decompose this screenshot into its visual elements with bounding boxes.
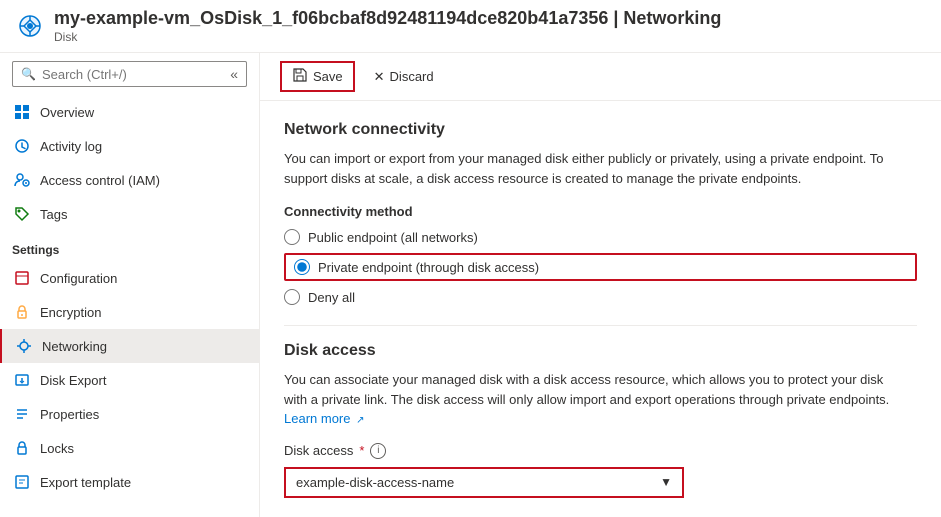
disk-access-field-label: Disk access [284, 443, 353, 458]
radio-deny-label: Deny all [308, 290, 355, 305]
sidebar-item-export-template[interactable]: Export template [0, 465, 259, 499]
disk-access-title: Disk access [284, 342, 917, 360]
disk-export-icon [12, 370, 32, 390]
export-template-icon [12, 472, 32, 492]
chevron-down-icon: ▼ [660, 475, 672, 489]
dropdown-value: example-disk-access-name [296, 475, 454, 490]
overview-icon [12, 102, 32, 122]
sidebar-item-networking[interactable]: Networking [0, 329, 259, 363]
required-indicator: * [359, 443, 364, 458]
sidebar-item-activity-log[interactable]: Activity log [0, 129, 259, 163]
tags-icon [12, 204, 32, 224]
access-control-icon [12, 170, 32, 190]
save-label: Save [313, 69, 343, 84]
configuration-icon [12, 268, 32, 288]
toolbar: Save ✕ Discard [260, 53, 941, 101]
resource-type: Disk [54, 30, 721, 44]
sidebar-item-encryption[interactable]: Encryption [0, 295, 259, 329]
info-icon[interactable]: i [370, 443, 386, 459]
properties-icon [12, 404, 32, 424]
sidebar-item-label-diskexport: Disk Export [40, 373, 106, 388]
sidebar-item-tags[interactable]: Tags [0, 197, 259, 231]
section-divider [284, 325, 917, 326]
search-icon: 🔍 [21, 67, 36, 81]
sidebar-item-label-overview: Overview [40, 105, 94, 120]
disk-access-dropdown[interactable]: example-disk-access-name ▼ [284, 467, 684, 498]
sidebar-item-label-access: Access control (IAM) [40, 173, 160, 188]
sidebar-item-access-control[interactable]: Access control (IAM) [0, 163, 259, 197]
discard-icon: ✕ [374, 69, 385, 85]
connectivity-method-label: Connectivity method [284, 204, 917, 219]
radio-private[interactable] [294, 259, 310, 275]
radio-private-label: Private endpoint (through disk access) [318, 260, 539, 275]
radio-option-deny[interactable]: Deny all [284, 289, 917, 305]
sidebar-item-properties[interactable]: Properties [0, 397, 259, 431]
search-input[interactable] [42, 67, 230, 82]
resource-icon [16, 12, 44, 40]
sidebar-item-configuration[interactable]: Configuration [0, 261, 259, 295]
radio-public[interactable] [284, 229, 300, 245]
sidebar-item-label-export: Export template [40, 475, 131, 490]
disk-access-field-row: Disk access * i [284, 443, 917, 459]
disk-access-section: Disk access You can associate your manag… [284, 342, 917, 498]
sidebar-item-label-properties: Properties [40, 407, 99, 422]
header-text: my-example-vm_OsDisk_1_f06bcbaf8d9248119… [54, 8, 721, 44]
page-header: my-example-vm_OsDisk_1_f06bcbaf8d9248119… [0, 0, 941, 53]
sidebar-item-locks[interactable]: Locks [0, 431, 259, 465]
networking-icon [14, 336, 34, 356]
page-title: my-example-vm_OsDisk_1_f06bcbaf8d9248119… [54, 8, 721, 29]
radio-option-public[interactable]: Public endpoint (all networks) [284, 229, 917, 245]
learn-more-link[interactable]: Learn more ↗ [284, 411, 365, 426]
main-content: Save ✕ Discard Network connectivity You … [260, 53, 941, 517]
sidebar-item-label-encryption: Encryption [40, 305, 101, 320]
sidebar-item-disk-export[interactable]: Disk Export [0, 363, 259, 397]
discard-button[interactable]: ✕ Discard [363, 64, 445, 90]
sidebar-item-label-networking: Networking [42, 339, 107, 354]
sidebar-item-label-config: Configuration [40, 271, 117, 286]
sidebar-item-overview[interactable]: Overview [0, 95, 259, 129]
disk-access-desc: You can associate your managed disk with… [284, 370, 904, 429]
search-container[interactable]: 🔍 « [12, 61, 247, 87]
connectivity-radio-group: Public endpoint (all networks) Private e… [284, 229, 917, 305]
sidebar-item-label-tags: Tags [40, 207, 67, 222]
locks-icon [12, 438, 32, 458]
radio-deny[interactable] [284, 289, 300, 305]
sidebar-item-label-activity: Activity log [40, 139, 102, 154]
external-link-icon: ↗ [356, 415, 364, 426]
network-connectivity-title: Network connectivity [284, 121, 917, 139]
save-icon [292, 67, 308, 86]
radio-public-label: Public endpoint (all networks) [308, 230, 478, 245]
save-button[interactable]: Save [280, 61, 355, 92]
radio-option-private[interactable]: Private endpoint (through disk access) [284, 253, 917, 281]
sidebar: 🔍 « Overview Activity log Access control… [0, 53, 260, 517]
discard-label: Discard [390, 69, 434, 84]
collapse-icon[interactable]: « [230, 66, 238, 82]
settings-section-label: Settings [0, 231, 259, 261]
activity-log-icon [12, 136, 32, 156]
network-connectivity-desc: You can import or export from your manag… [284, 149, 904, 188]
content-body: Network connectivity You can import or e… [260, 101, 941, 517]
sidebar-item-label-locks: Locks [40, 441, 74, 456]
encryption-icon [12, 302, 32, 322]
